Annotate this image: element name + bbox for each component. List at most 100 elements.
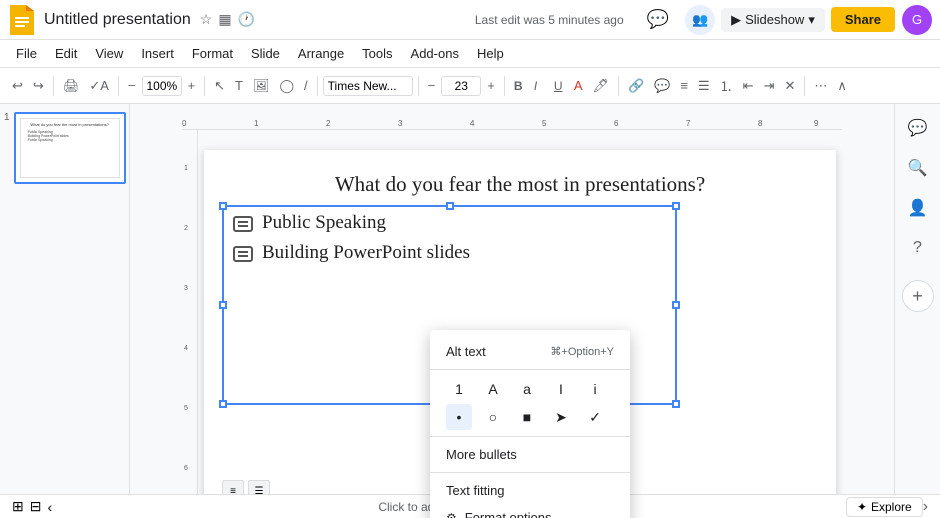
bullet-1[interactable]: 1: [446, 376, 472, 402]
menu-arrange[interactable]: Arrange: [290, 44, 352, 63]
list-item-2-text: Building PowerPoint slides: [262, 242, 470, 264]
collapse-panel-button[interactable]: ‹: [47, 499, 52, 515]
history-icon[interactable]: 🕐: [238, 11, 255, 28]
toolbar-sep-8: [804, 76, 805, 96]
resize-handle-tm[interactable]: [446, 202, 454, 210]
menu-tools[interactable]: Tools: [354, 44, 400, 63]
shapes-button[interactable]: ◯: [275, 76, 298, 96]
cursor-button[interactable]: ↖: [210, 76, 229, 96]
highlight-button[interactable]: 🖊: [589, 76, 614, 96]
slide-list: Public Speaking Building PowerPoint slid…: [232, 212, 672, 272]
canvas-area: 0 1 2 3 4 5 6 7 8 9 1 2 3 4 5: [130, 104, 894, 518]
collaborate-button[interactable]: 👥: [685, 5, 715, 35]
resize-handle-ml[interactable]: [219, 301, 227, 309]
link-button[interactable]: 🔗: [624, 76, 648, 96]
zoom-in-button[interactable]: +: [184, 76, 200, 95]
indent-increase-button[interactable]: ⇥: [760, 76, 779, 96]
toolbar-sep-2: [118, 76, 119, 96]
bullet-check[interactable]: ✓: [582, 404, 608, 430]
text-color-button[interactable]: A: [570, 76, 587, 95]
bullet-arrow[interactable]: ➤: [548, 404, 574, 430]
ctx-alt-text-label: Alt text: [446, 344, 550, 359]
comments-button[interactable]: 💬: [637, 5, 679, 34]
menu-view[interactable]: View: [87, 44, 131, 63]
bullet-dot[interactable]: •: [446, 404, 472, 430]
menu-slide[interactable]: Slide: [243, 44, 288, 63]
font-selector[interactable]: [323, 76, 413, 96]
ctx-format-options[interactable]: ⚙ Format options: [430, 504, 630, 518]
grid-view-2-button[interactable]: ⊟: [30, 498, 42, 515]
app-logo: [8, 6, 36, 34]
toolbar-sep-7: [618, 76, 619, 96]
menu-edit[interactable]: Edit: [47, 44, 85, 63]
menu-help[interactable]: Help: [469, 44, 512, 63]
avatar[interactable]: G: [902, 5, 932, 35]
zoom-out-button[interactable]: −: [124, 76, 140, 95]
italic-button[interactable]: I: [530, 77, 548, 95]
explore-button[interactable]: ✦ Explore: [846, 497, 923, 517]
font-size-decrease-button[interactable]: −: [424, 76, 440, 95]
svg-text:8: 8: [758, 119, 763, 128]
textbox-button[interactable]: T: [231, 76, 247, 95]
expand-button[interactable]: ›: [923, 498, 928, 516]
numbering-button[interactable]: ⒈: [716, 74, 737, 97]
underline-button[interactable]: U: [550, 77, 568, 95]
ctx-alt-text[interactable]: Alt text ⌘+Option+Y: [430, 338, 630, 365]
font-size-increase-button[interactable]: +: [483, 76, 499, 95]
slide-thumbnail-1[interactable]: What do you fear the most in presentatio…: [14, 112, 126, 184]
resize-handle-bl[interactable]: [219, 400, 227, 408]
ctx-more-bullets[interactable]: More bullets: [430, 441, 630, 468]
slide-number-1: 1: [4, 112, 10, 123]
star-icon[interactable]: ☆: [200, 11, 213, 28]
clear-format-button[interactable]: ✕: [780, 76, 799, 96]
drive-icon[interactable]: ▦: [218, 11, 231, 28]
undo-button[interactable]: ↩: [8, 76, 27, 96]
collapse-button[interactable]: ∧: [833, 76, 851, 96]
ctx-text-fitting-label: Text fitting: [446, 483, 614, 498]
line-button[interactable]: /: [300, 76, 312, 95]
ctx-text-fitting[interactable]: Text fitting: [430, 477, 630, 504]
menu-insert[interactable]: Insert: [133, 44, 182, 63]
bullet-a[interactable]: a: [514, 376, 540, 402]
svg-text:3: 3: [184, 285, 188, 292]
grid-view-1-button[interactable]: ⊞: [12, 498, 24, 515]
indent-decrease-button[interactable]: ⇤: [739, 76, 758, 96]
spellcheck-button[interactable]: ✓A: [85, 76, 113, 96]
right-panel-btn-1[interactable]: 🔍: [902, 152, 934, 184]
ctx-section-textfitting: Text fitting ⚙ Format options: [430, 473, 630, 518]
right-panel-add-button[interactable]: +: [902, 280, 934, 312]
slideshow-button[interactable]: ▶ Slideshow ▾: [721, 8, 825, 32]
menu-addons[interactable]: Add-ons: [403, 44, 467, 63]
bullet-A[interactable]: A: [480, 376, 506, 402]
bullet-icon-2: [232, 242, 254, 264]
resize-handle-tr[interactable]: [672, 202, 680, 210]
comment-inline-button[interactable]: 💬: [650, 76, 674, 96]
ctx-format-options-label: Format options: [465, 510, 614, 518]
bullets-button[interactable]: ☰: [694, 76, 714, 96]
bold-button[interactable]: B: [510, 77, 528, 95]
resize-handle-mr[interactable]: [672, 301, 680, 309]
redo-button[interactable]: ↪: [29, 76, 48, 96]
linespacing-button[interactable]: ≡: [676, 76, 692, 95]
toolbar-sep-6: [504, 76, 505, 96]
bullet-circle[interactable]: ○: [480, 404, 506, 430]
right-panel-btn-2[interactable]: 👤: [902, 192, 934, 224]
bullet-square[interactable]: ■: [514, 404, 540, 430]
share-button[interactable]: Share: [831, 7, 895, 32]
menu-file[interactable]: File: [8, 44, 45, 63]
bullet-I[interactable]: I: [548, 376, 574, 402]
resize-handle-tl[interactable]: [219, 202, 227, 210]
menu-format[interactable]: Format: [184, 44, 241, 63]
print-button[interactable]: 🖨: [59, 76, 84, 96]
resize-handle-br[interactable]: [672, 400, 680, 408]
bullet-i[interactable]: i: [582, 376, 608, 402]
thumb-item-3: Public Speaking: [28, 138, 116, 142]
svg-text:4: 4: [470, 119, 475, 128]
right-panel-btn-3[interactable]: ?: [902, 232, 934, 264]
image-button[interactable]: 🖼: [249, 76, 274, 96]
more-button[interactable]: ⋯: [810, 76, 831, 96]
right-panel-btn-explore[interactable]: 💬: [902, 112, 934, 144]
svg-text:5: 5: [542, 119, 547, 128]
font-size-input[interactable]: [441, 76, 481, 96]
zoom-input[interactable]: [142, 76, 182, 96]
